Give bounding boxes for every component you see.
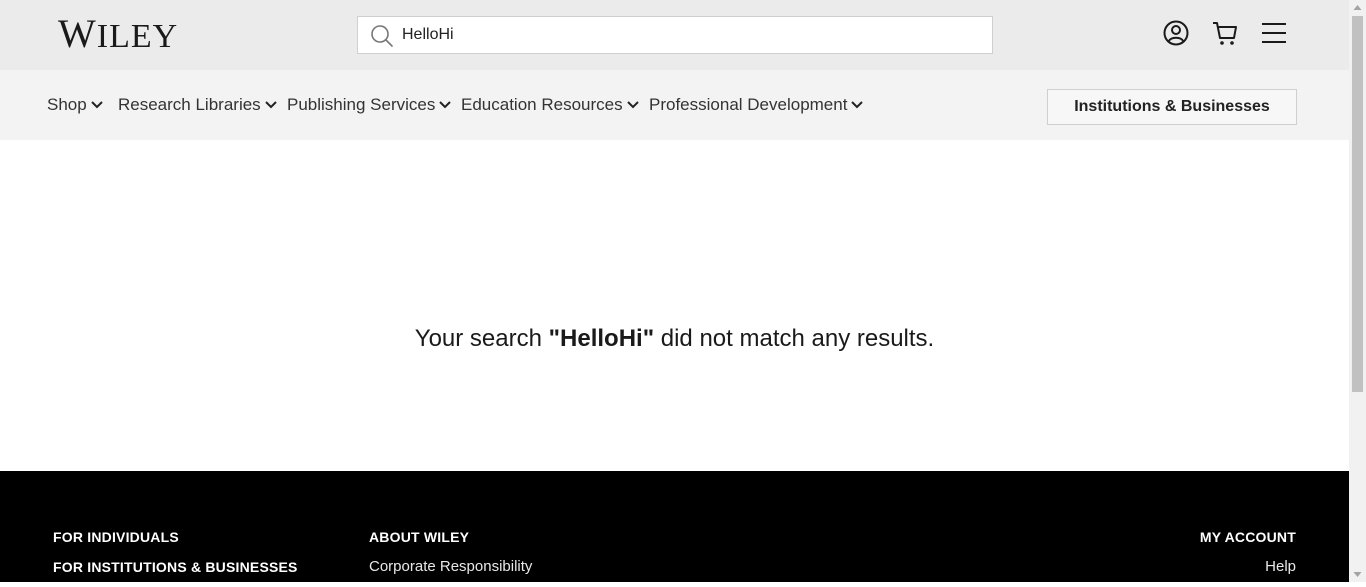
main-nav: Shop Research Libraries Publishing Servi… [0, 70, 1349, 140]
scroll-up-arrow-icon[interactable] [1349, 0, 1366, 16]
search-box[interactable] [357, 16, 993, 54]
footer-link-corporate-responsibility[interactable]: Corporate Responsibility [369, 557, 532, 577]
nav-item-label: Shop [47, 95, 87, 114]
footer: FOR INDIVIDUALS FOR INSTITUTIONS & BUSIN… [0, 471, 1349, 582]
wiley-logo[interactable]: WILEY [58, 14, 178, 56]
no-results-prefix: Your search [414, 325, 549, 352]
search-input[interactable] [402, 17, 962, 53]
footer-link-help[interactable]: Help [1265, 557, 1296, 577]
nav-item-professional-development[interactable]: Professional Development [649, 94, 864, 116]
vertical-scrollbar[interactable] [1349, 0, 1366, 582]
no-results-message: Your search "HelloHi" did not match any … [0, 323, 1349, 355]
chevron-down-icon [264, 100, 277, 108]
search-icon[interactable] [370, 24, 394, 48]
nav-item-label: Professional Development [649, 95, 848, 114]
chevron-down-icon [439, 100, 452, 108]
no-results-suffix: did not match any results. [654, 325, 935, 352]
search-query: "HelloHi" [548, 325, 655, 352]
top-bar: WILEY [0, 0, 1349, 70]
footer-link-for-institutions[interactable]: FOR INSTITUTIONS & BUSINESSES [53, 558, 298, 576]
footer-link-for-individuals[interactable]: FOR INDIVIDUALS [53, 528, 179, 546]
nav-item-label: Research Libraries [118, 95, 261, 114]
footer-heading-my-account[interactable]: MY ACCOUNT [1200, 528, 1296, 546]
nav-item-research-libraries[interactable]: Research Libraries [118, 94, 277, 116]
page: WILEY HelloHi Shop Research Libraries Pu… [0, 0, 1349, 582]
scrollbar-thumb[interactable] [1352, 16, 1363, 392]
menu-icon[interactable] [1260, 19, 1288, 47]
institutions-businesses-button[interactable]: Institutions & Businesses [1047, 89, 1297, 125]
chevron-down-icon [90, 100, 103, 108]
account-icon[interactable] [1162, 19, 1190, 47]
nav-item-education-resources[interactable]: Education Resources [461, 94, 639, 116]
chevron-down-icon [851, 100, 864, 108]
nav-item-publishing-services[interactable]: Publishing Services [287, 94, 452, 116]
scroll-down-arrow-icon[interactable] [1349, 566, 1366, 582]
footer-heading-about-wiley[interactable]: ABOUT WILEY [369, 528, 469, 546]
nav-item-label: Publishing Services [287, 95, 436, 114]
nav-item-label: Education Resources [461, 95, 623, 114]
cart-icon[interactable] [1211, 19, 1239, 47]
chevron-down-icon [626, 100, 639, 108]
nav-item-shop[interactable]: Shop [47, 94, 103, 116]
